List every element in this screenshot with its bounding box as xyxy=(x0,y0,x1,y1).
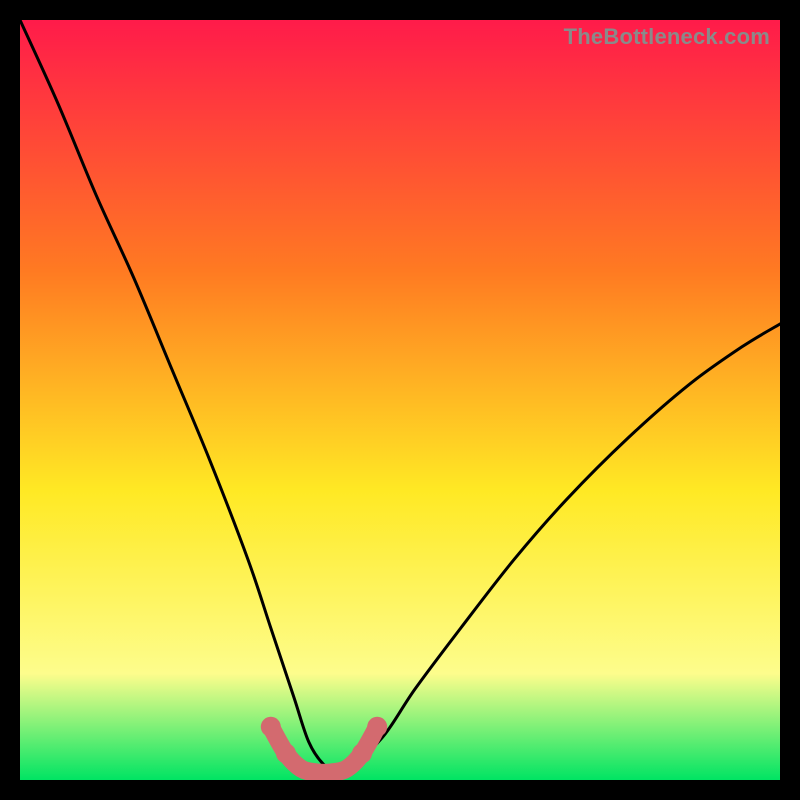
chart-frame: TheBottleneck.com xyxy=(20,20,780,780)
highlight-dot xyxy=(352,743,372,763)
highlight-dot xyxy=(261,717,281,737)
highlight-dot xyxy=(276,743,296,763)
highlight-dot xyxy=(367,717,387,737)
gradient-background xyxy=(20,20,780,780)
bottleneck-plot xyxy=(20,20,780,780)
watermark-label: TheBottleneck.com xyxy=(564,24,770,50)
